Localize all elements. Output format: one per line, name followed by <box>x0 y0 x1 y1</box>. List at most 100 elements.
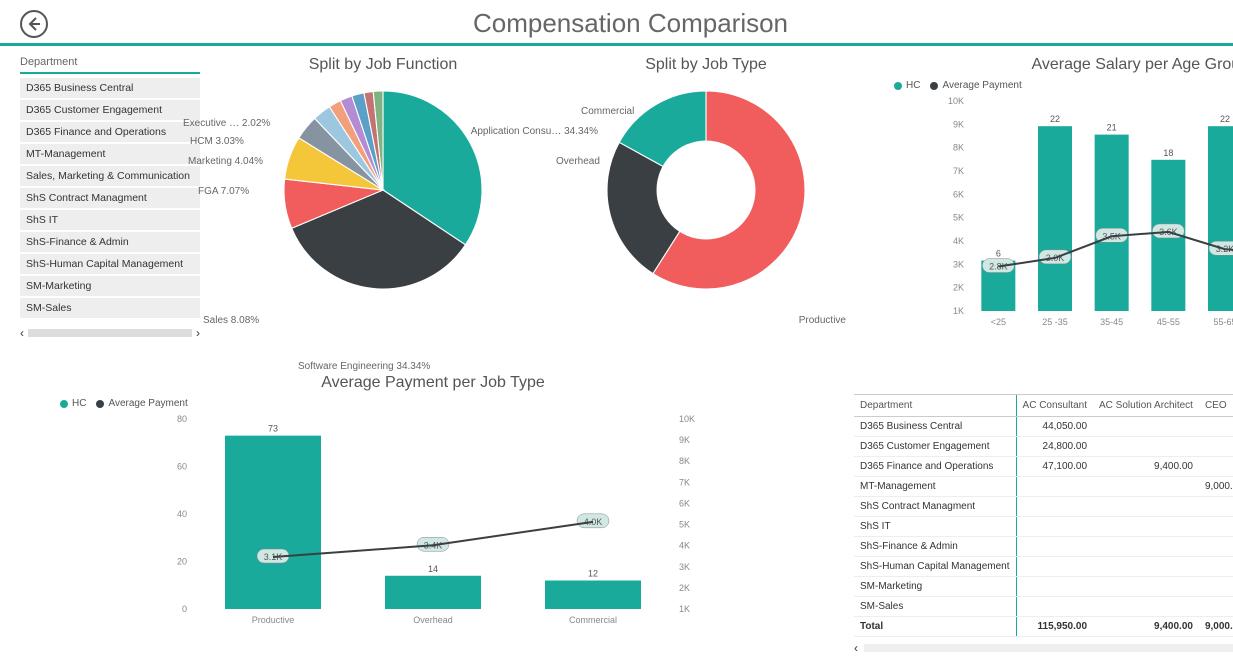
svg-text:6: 6 <box>996 249 1001 259</box>
svg-text:5K: 5K <box>679 520 690 530</box>
svg-text:2K: 2K <box>679 583 690 593</box>
table-row[interactable]: D365 Business Central44,050.0051,600.00 <box>854 417 1233 437</box>
svg-text:22: 22 <box>1220 114 1230 124</box>
page-title: Compensation Comparison <box>48 8 1213 39</box>
svg-text:80: 80 <box>177 414 187 424</box>
chevron-left-icon[interactable]: ‹ <box>854 641 858 655</box>
legend-hc: HC <box>906 80 920 91</box>
table-row[interactable]: ShS IT <box>854 517 1233 537</box>
table-row[interactable]: MT-Management9,000.008,500.00 <box>854 477 1233 497</box>
slicer-item[interactable]: MT-Management <box>20 144 200 164</box>
svg-text:21: 21 <box>1107 123 1117 133</box>
table-row[interactable]: SM-Sales <box>854 597 1233 617</box>
bar[interactable] <box>225 436 321 609</box>
pie-label: FGA 7.07% <box>198 186 249 197</box>
slicer-scrollbar[interactable]: ‹ › <box>20 326 200 340</box>
combo-chart[interactable]: 73Productive14Overhead12Commercial3.1K3.… <box>153 409 713 639</box>
pie-chart[interactable] <box>273 80 493 300</box>
table-row[interactable]: D365 Finance and Operations47,100.009,40… <box>854 457 1233 477</box>
svg-text:9K: 9K <box>679 435 690 445</box>
slicer-item[interactable]: D365 Customer Engagement <box>20 100 200 120</box>
svg-text:8K: 8K <box>679 456 690 466</box>
scrollbar-track[interactable] <box>864 644 1233 652</box>
bar[interactable] <box>545 581 641 610</box>
svg-text:20: 20 <box>177 557 187 567</box>
matrix-header[interactable]: AC Consultant <box>1016 395 1093 417</box>
chart-title: Average Payment per Job Type <box>20 374 846 392</box>
arrow-left-icon <box>26 16 42 32</box>
svg-text:5K: 5K <box>953 213 964 223</box>
legend: HC Average Payment <box>894 80 1233 91</box>
table-row[interactable]: ShS-Human Capital Management <box>854 557 1233 577</box>
slicer-item[interactable]: D365 Finance and Operations <box>20 122 200 142</box>
svg-text:1K: 1K <box>679 604 690 614</box>
slicer-item[interactable]: ShS-Finance & Admin <box>20 232 200 252</box>
slicer-item[interactable]: ShS-Human Capital Management <box>20 254 200 274</box>
svg-text:10K: 10K <box>679 414 695 424</box>
chart-title: Average Salary per Age Group <box>854 56 1233 74</box>
bar[interactable] <box>1095 135 1129 311</box>
table-row[interactable]: SM-Marketing <box>854 577 1233 597</box>
donut-label: Overhead <box>556 156 600 167</box>
table-row[interactable]: ShS Contract Managment <box>854 497 1233 517</box>
svg-text:Commercial: Commercial <box>569 615 617 625</box>
pie-label: Software Engineering 34.34% <box>298 361 430 372</box>
matrix-header[interactable]: AC Solution Architect <box>1093 395 1199 417</box>
bar[interactable] <box>385 576 481 609</box>
bar[interactable] <box>1038 126 1072 311</box>
svg-text:3K: 3K <box>679 562 690 572</box>
svg-text:14: 14 <box>428 564 438 574</box>
matrix-scrollbar[interactable]: ‹ › <box>854 641 1233 655</box>
chevron-right-icon[interactable]: › <box>196 326 200 340</box>
svg-text:6K: 6K <box>953 189 964 199</box>
legend: HC Average Payment <box>60 398 846 409</box>
matrix-header[interactable]: CEO <box>1199 395 1233 417</box>
combo-job-type[interactable]: Average Payment per Job Type HC Average … <box>20 374 846 655</box>
chevron-left-icon[interactable]: ‹ <box>20 326 24 340</box>
svg-text:25 -35: 25 -35 <box>1043 317 1069 327</box>
matrix-table[interactable]: DepartmentAC ConsultantAC Solution Archi… <box>854 394 1233 637</box>
chart-title: Split by Job Function <box>208 56 558 74</box>
matrix-visual[interactable]: DepartmentAC ConsultantAC Solution Archi… <box>854 374 1233 655</box>
legend-avg: Average Payment <box>108 398 187 409</box>
pie-label: Marketing 4.04% <box>188 156 263 167</box>
slicer-item[interactable]: SM-Marketing <box>20 276 200 296</box>
pie-job-function[interactable]: Split by Job Function Application Consu…… <box>208 56 558 366</box>
scrollbar-track[interactable] <box>28 329 192 337</box>
svg-text:9K: 9K <box>953 119 964 129</box>
svg-text:4K: 4K <box>679 541 690 551</box>
matrix-header[interactable]: Department <box>854 395 1016 417</box>
svg-text:6K: 6K <box>679 498 690 508</box>
slicer-underline <box>20 72 200 74</box>
svg-text:45-55: 45-55 <box>1157 317 1180 327</box>
svg-text:73: 73 <box>268 424 278 434</box>
svg-text:2K: 2K <box>953 283 964 293</box>
donut-job-type[interactable]: Split by Job Type Commercial Overhead Pr… <box>566 56 846 366</box>
table-row[interactable]: D365 Customer Engagement24,800.0010,000.… <box>854 437 1233 457</box>
slicer-item[interactable]: SM-Sales <box>20 298 200 318</box>
svg-text:35-45: 35-45 <box>1100 317 1123 327</box>
table-row[interactable]: ShS-Finance & Admin <box>854 537 1233 557</box>
slicer-title: Department <box>20 56 200 68</box>
slicer-item[interactable]: ShS Contract Managment <box>20 188 200 208</box>
back-button[interactable] <box>20 10 48 38</box>
svg-text:8K: 8K <box>953 143 964 153</box>
pie-label: Executive … 2.02% <box>183 118 270 129</box>
slicer-item[interactable]: D365 Business Central <box>20 78 200 98</box>
svg-text:12: 12 <box>588 569 598 579</box>
svg-text:Productive: Productive <box>252 615 295 625</box>
svg-text:18: 18 <box>1164 148 1174 158</box>
svg-text:<25: <25 <box>991 317 1006 327</box>
combo-chart[interactable]: 6<252225 -352135-451845-552255-6510more … <box>930 91 1233 341</box>
legend-hc: HC <box>72 398 86 409</box>
svg-text:0: 0 <box>182 604 187 614</box>
slicer-item[interactable]: Sales, Marketing & Communication <box>20 166 200 186</box>
slicer-item[interactable]: ShS IT <box>20 210 200 230</box>
svg-text:55-65: 55-65 <box>1214 317 1233 327</box>
pie-label: Sales 8.08% <box>203 315 259 326</box>
department-slicer: Department D365 Business CentralD365 Cus… <box>20 56 200 366</box>
total-row: Total115,950.009,400.009,000.008,500.008… <box>854 617 1233 637</box>
bar[interactable] <box>1208 126 1233 311</box>
svg-text:7K: 7K <box>953 166 964 176</box>
combo-age-group[interactable]: Average Salary per Age Group HC Average … <box>854 56 1233 366</box>
